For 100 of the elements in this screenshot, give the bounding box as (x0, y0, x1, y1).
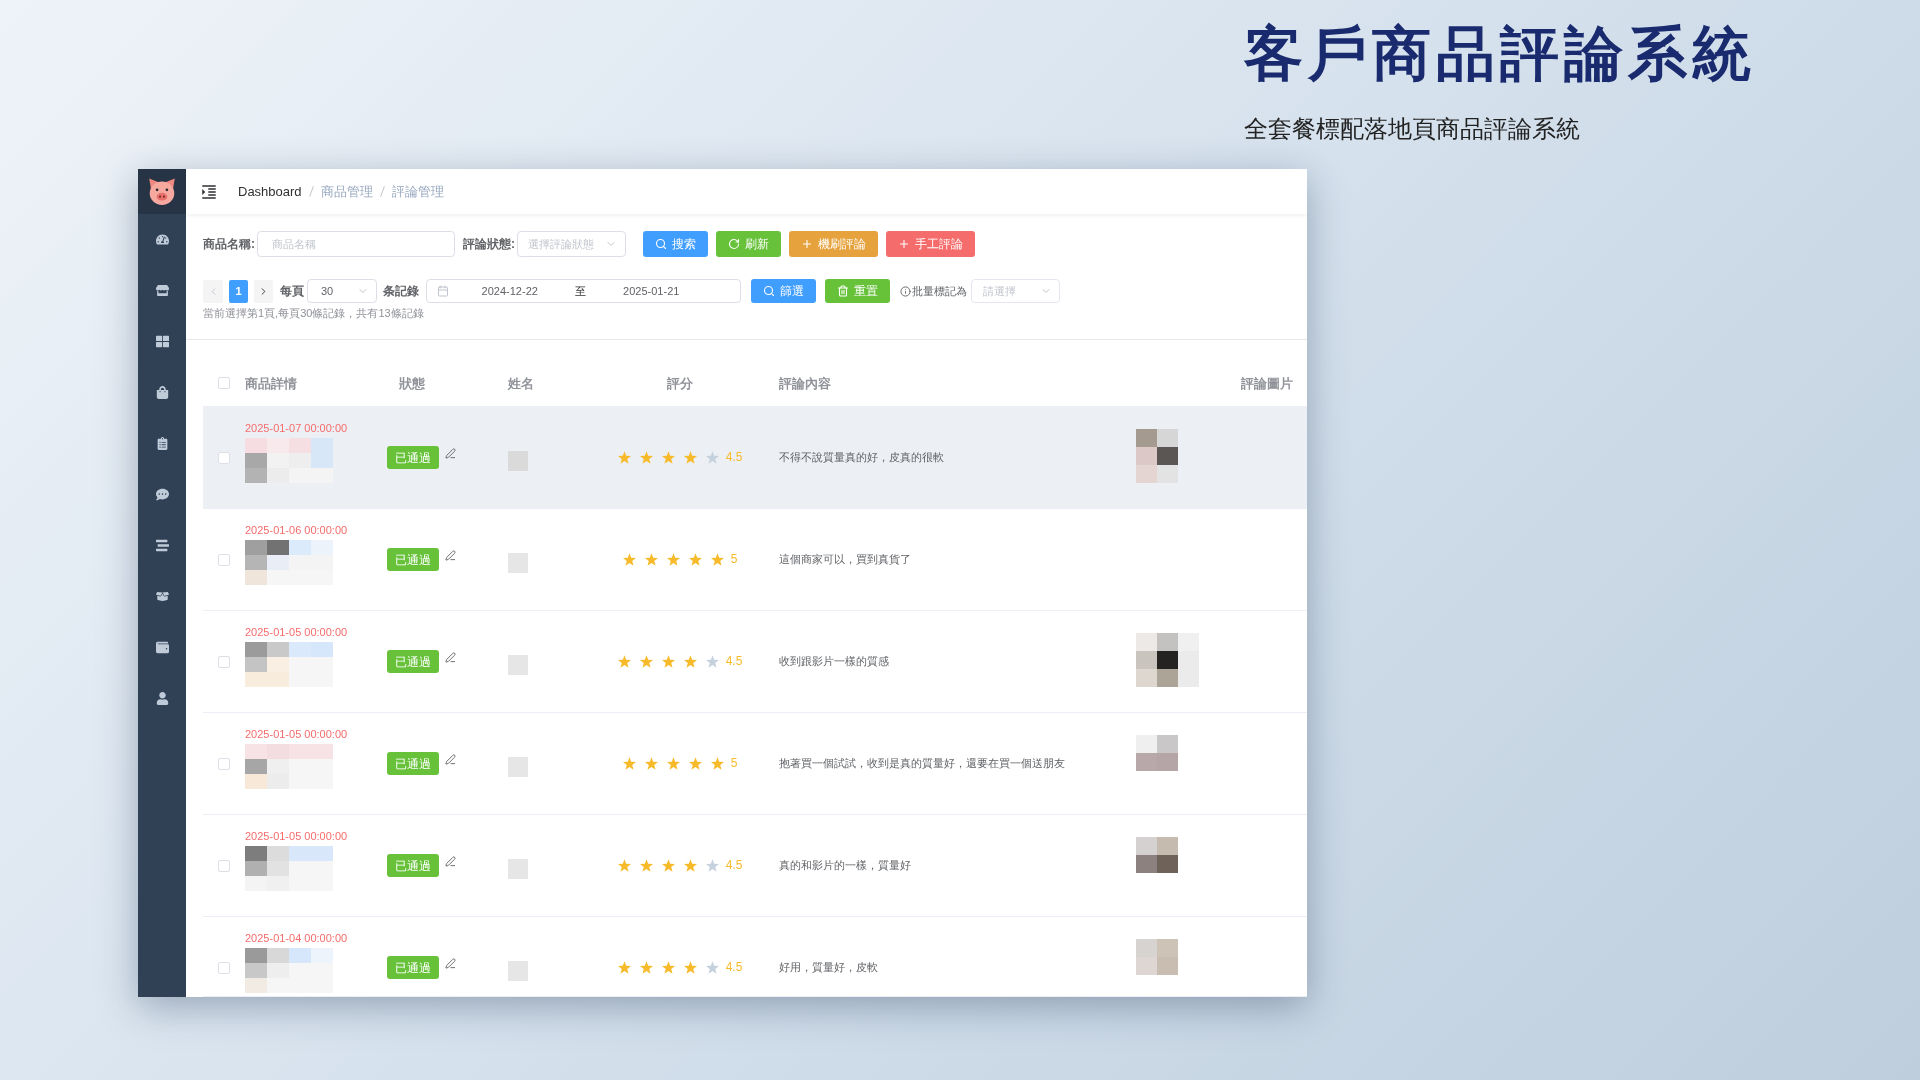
checkbox[interactable] (218, 758, 230, 770)
column-header: 商品詳情 (245, 375, 297, 391)
redacted-name-block (508, 961, 528, 981)
pencil-icon[interactable] (445, 550, 456, 561)
grid-icon[interactable] (155, 335, 169, 348)
checkbox[interactable] (218, 376, 230, 389)
field-label: 評論狀態: (463, 236, 515, 253)
info-icon (900, 285, 911, 297)
star-icon (705, 655, 719, 668)
rating-score: 5 (730, 757, 738, 770)
records-label: 条記錄 (383, 283, 419, 300)
status-button[interactable]: 已通過 (387, 752, 439, 775)
checkbox[interactable] (218, 452, 230, 464)
batch-mark-label: 批量標記為 (912, 283, 967, 299)
redacted-name-block (508, 757, 528, 777)
checkbox[interactable] (218, 656, 230, 668)
redacted-name-block (508, 451, 528, 471)
rating-score: 4.5 (725, 655, 743, 668)
clipboard-icon[interactable] (155, 437, 169, 450)
page-title: 客戶商品評論系統 (1244, 20, 1756, 88)
field-label: 商品名稱: (203, 236, 255, 253)
per-page-label: 每頁 (280, 283, 304, 300)
auto-review-button[interactable]: 機刷評論 (789, 231, 878, 257)
status-button[interactable]: 已通過 (387, 650, 439, 673)
manual-review-button[interactable]: 手工評論 (886, 231, 975, 257)
store-icon[interactable] (155, 284, 169, 297)
user-icon[interactable] (155, 692, 169, 705)
star-icon (639, 961, 653, 974)
star-icon (617, 451, 631, 464)
review-date: 2025-01-04 00:00:00 (245, 932, 348, 945)
star-icon (705, 859, 719, 872)
star-icon (661, 859, 675, 872)
gauge-icon[interactable] (155, 233, 169, 246)
next-page-button[interactable] (254, 279, 273, 303)
plus-icon (801, 238, 813, 250)
status-button[interactable]: 已通過 (387, 548, 439, 571)
star-icon (617, 655, 631, 668)
pencil-icon[interactable] (445, 754, 456, 765)
column-header: 評分 (667, 375, 693, 391)
refresh-button[interactable]: 刷新 (716, 231, 781, 257)
star-icon (666, 553, 680, 566)
page-summary: 當前選擇第1頁,每頁30條記錄，共有13條記錄 (203, 307, 424, 320)
rating-score: 4.5 (725, 961, 743, 974)
pencil-icon[interactable] (445, 856, 456, 867)
rating-score: 4.5 (725, 451, 743, 464)
search-button[interactable]: 搜索 (643, 231, 708, 257)
search-icon (655, 238, 667, 250)
checkbox[interactable] (218, 554, 230, 566)
chat-bubble-icon[interactable] (155, 488, 169, 501)
menu-icon[interactable] (200, 182, 218, 201)
review-comment: 不得不說質量真的好，皮真的很軟 (779, 451, 944, 464)
star-icon (639, 859, 653, 872)
star-icon (688, 757, 702, 770)
page-button[interactable]: 1 (229, 279, 248, 303)
checkbox[interactable] (218, 962, 230, 974)
redacted-name-block (508, 655, 528, 675)
review-date: 2025-01-05 00:00:00 (245, 626, 348, 639)
status-button[interactable]: 已通過 (387, 446, 439, 469)
filter-button[interactable]: 篩選 (751, 279, 816, 303)
review-date: 2025-01-07 00:00:00 (245, 422, 348, 435)
rating-score: 5 (730, 553, 738, 566)
star-icon (617, 859, 631, 872)
date-range-picker[interactable]: 2024-12-22 至 2025-01-21 (426, 279, 741, 303)
pig-logo-icon[interactable] (148, 178, 176, 205)
review-comment: 抱著買一個試試，收到是真的質量好，還要在買一個送朋友 (779, 757, 1065, 770)
pencil-icon[interactable] (445, 958, 456, 969)
star-icon (705, 451, 719, 464)
review-comment: 這個商家可以，買到真貨了 (779, 553, 911, 566)
review-date: 2025-01-05 00:00:00 (245, 728, 348, 741)
breadcrumb-item[interactable]: Dashboard (238, 181, 302, 202)
reset-button[interactable]: 重置 (825, 279, 890, 303)
star-icon (622, 757, 636, 770)
column-header: 評論圖片 (1241, 375, 1293, 391)
review-comment: 收到跟影片一樣的質感 (779, 655, 889, 668)
refresh-icon (728, 238, 740, 250)
wallet-icon[interactable] (155, 641, 169, 654)
status-button[interactable]: 已通過 (387, 854, 439, 877)
search-icon (763, 285, 775, 297)
breadcrumb-item[interactable]: 商品管理 (320, 181, 373, 202)
breadcrumb-item[interactable]: 評論管理 (391, 181, 444, 202)
star-icon (644, 757, 658, 770)
pencil-icon[interactable] (445, 652, 456, 663)
star-icon (710, 757, 724, 770)
per-page-select[interactable]: 30 (307, 279, 377, 303)
page-subtitle: 全套餐標配落地頁商品評論系統 (1244, 114, 1580, 144)
star-icon (688, 553, 702, 566)
list-icon[interactable] (155, 539, 169, 552)
star-icon (705, 961, 719, 974)
open-box-icon[interactable] (155, 590, 169, 603)
checkbox[interactable] (218, 860, 230, 872)
star-icon (661, 961, 675, 974)
star-icon (683, 451, 697, 464)
shopping-bag-icon[interactable] (155, 386, 169, 399)
status-button[interactable]: 已通過 (387, 956, 439, 979)
pencil-icon[interactable] (445, 448, 456, 459)
star-icon (710, 553, 724, 566)
star-icon (661, 451, 675, 464)
star-icon (661, 655, 675, 668)
rating-score: 4.5 (725, 859, 743, 872)
redacted-name-block (508, 859, 528, 879)
